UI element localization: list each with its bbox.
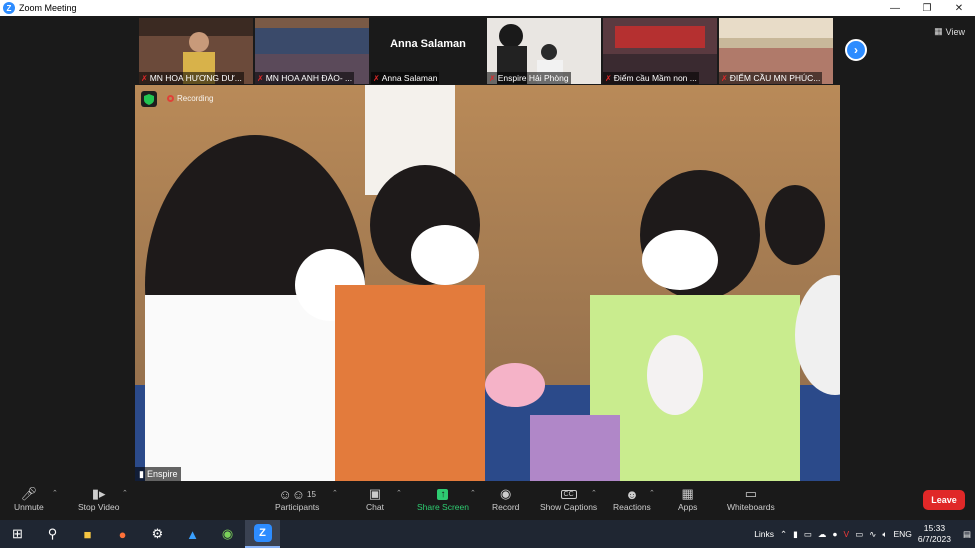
active-speaker-video: Recording ▮ Enspire: [135, 85, 840, 481]
search-icon[interactable]: ⚲: [35, 520, 70, 548]
participant-tile[interactable]: ✗ MN HOA HƯƠNG DƯ...: [139, 18, 253, 84]
unmute-button[interactable]: 🎤︎ Unmute: [14, 486, 44, 512]
vivaldi-icon[interactable]: V: [844, 529, 850, 539]
links-toolbar[interactable]: Links: [754, 529, 774, 539]
windows-taskbar: ⊞ ⚲ ■ ● ⚙ ▲ ◉ Z Links ⌃ ▮ ▭ ☁ ● V ▭ ∿ 🔈︎…: [0, 520, 975, 548]
firefox-icon[interactable]: ●: [105, 520, 140, 548]
clock[interactable]: 15:33 6/7/2023: [918, 523, 951, 545]
security-shield-icon[interactable]: [141, 91, 157, 107]
audio-options-caret[interactable]: ⌃: [52, 489, 58, 497]
reactions-options-caret[interactable]: ⌃: [649, 489, 655, 497]
title-bar: Z Zoom Meeting — ❐ ✕: [0, 0, 975, 16]
close-button[interactable]: ✕: [943, 0, 975, 16]
wifi-icon[interactable]: ∿: [869, 529, 876, 540]
show-captions-button[interactable]: CC Show Captions: [540, 486, 597, 512]
participant-name: ✗ Điểm cầu Mầm non ...: [603, 72, 699, 84]
cloud-icon[interactable]: ☁: [818, 529, 827, 540]
participant-name: ✗ Anna Salaman: [371, 72, 440, 84]
recording-dot-icon: [167, 95, 174, 102]
muted-mic-icon: 🎤︎: [20, 486, 38, 501]
stop-video-button[interactable]: ▮▸ Stop Video: [78, 486, 119, 512]
reactions-button[interactable]: ☻ Reactions: [613, 486, 651, 513]
participant-name: ✗ ĐIỂM CẦU MN PHÚC...: [719, 72, 823, 84]
meeting-toolbar: 🎤︎ Unmute ⌃ ▮▸ Stop Video ⌃ ☺☺ 15 Partici…: [0, 483, 975, 520]
share-screen-button[interactable]: ↑ Share Screen: [417, 486, 469, 512]
clock-date: 6/7/2023: [917, 534, 951, 544]
leave-button[interactable]: Leave: [923, 490, 965, 510]
muted-mic-icon: ✗: [721, 73, 728, 83]
participants-icon: ☺☺: [278, 486, 306, 502]
recording-indicator: Recording: [167, 94, 213, 103]
speaker-video-frame: [135, 85, 840, 481]
chevron-up-icon[interactable]: ⌃: [780, 529, 787, 540]
muted-mic-icon: ✗: [605, 73, 612, 83]
captions-cc-icon: CC: [560, 486, 577, 502]
muted-mic-icon: ✗: [373, 73, 380, 83]
participant-tile[interactable]: ✗ MN HOA ANH ĐÀO- ...: [255, 18, 369, 84]
monitor-icon[interactable]: ▭: [855, 529, 863, 540]
language-indicator[interactable]: ENG: [893, 529, 911, 539]
minimize-button[interactable]: —: [879, 0, 911, 16]
record-icon: ◉: [500, 486, 512, 501]
volume-icon[interactable]: 🔈︎: [882, 529, 887, 540]
system-tray: Links ⌃ ▮ ▭ ☁ ● V ▭ ∿ 🔈︎ ENG 15:33 6/7/2…: [754, 520, 975, 548]
share-options-caret[interactable]: ⌃: [470, 489, 476, 497]
battery-icon[interactable]: ▭: [804, 529, 812, 540]
app-tray-icon[interactable]: ●: [832, 529, 837, 539]
microphone-icon[interactable]: ▮: [793, 529, 798, 540]
zoom-logo-icon: Z: [3, 2, 15, 14]
video-options-caret[interactable]: ⌃: [122, 489, 128, 497]
chat-button[interactable]: ▣ Chat: [366, 486, 384, 512]
notifications-icon[interactable]: ▤: [963, 529, 971, 540]
next-page-button[interactable]: ›: [845, 39, 867, 61]
muted-mic-icon: ✗: [489, 73, 496, 83]
participant-tile[interactable]: ✗ ĐIỂM CẦU MN PHÚC...: [719, 18, 833, 84]
window-title: Zoom Meeting: [19, 3, 77, 13]
participants-button[interactable]: ☺☺ 15 Participants: [275, 486, 319, 513]
record-button[interactable]: ◉ Record: [492, 486, 519, 512]
participant-display-name: Anna Salaman: [390, 38, 466, 50]
clock-time: 15:33: [923, 523, 946, 533]
photos-app-icon[interactable]: ▲: [175, 520, 210, 548]
chat-options-caret[interactable]: ⌃: [396, 489, 402, 497]
participants-count: 15: [307, 489, 316, 499]
file-explorer-icon[interactable]: ■: [70, 520, 105, 548]
participant-name: ✗ MN HOA ANH ĐÀO- ...: [255, 72, 355, 84]
share-screen-icon: ↑: [437, 486, 449, 502]
start-windows-icon[interactable]: ⊞: [0, 520, 35, 548]
participant-tile[interactable]: ✗ Enspire Hải Phòng: [487, 18, 601, 84]
signal-bars-icon: ▮: [139, 468, 144, 479]
settings-gear-icon[interactable]: ⚙: [140, 520, 175, 548]
whiteboards-button[interactable]: ▭ Whiteboards: [727, 486, 775, 512]
muted-mic-icon: ✗: [257, 73, 264, 83]
zoom-taskbar-icon[interactable]: Z: [245, 520, 280, 548]
gallery-strip: ✗ MN HOA HƯƠNG DƯ... ✗ MN HOA ANH ĐÀO- ...…: [139, 18, 833, 84]
participant-name: ✗ MN HOA HƯƠNG DƯ...: [139, 72, 244, 84]
green-app-icon[interactable]: ◉: [210, 520, 245, 548]
speaker-name-label: ▮ Enspire: [135, 467, 182, 481]
participant-tile[interactable]: ✗ Điểm cầu Mầm non ...: [603, 18, 717, 84]
apps-grid-icon: ▦: [681, 486, 694, 501]
participant-tile[interactable]: Anna Salaman ✗ Anna Salaman: [371, 18, 485, 84]
participants-options-caret[interactable]: ⌃: [332, 489, 338, 497]
participant-name: ✗ Enspire Hải Phòng: [487, 72, 571, 84]
smiley-plus-icon: ☻: [625, 486, 639, 502]
view-grid-icon: ▦: [934, 26, 943, 36]
captions-options-caret[interactable]: ⌃: [591, 489, 597, 497]
muted-mic-icon: ✗: [141, 73, 148, 83]
chat-bubble-icon: ▣: [368, 486, 382, 501]
restore-button[interactable]: ❐: [911, 0, 943, 16]
meeting-stage: ✗ MN HOA HƯƠNG DƯ... ✗ MN HOA ANH ĐÀO- ...…: [0, 16, 975, 483]
view-button[interactable]: ▦ View: [934, 26, 965, 37]
video-camera-icon: ▮▸: [91, 486, 106, 501]
whiteboard-icon: ▭: [744, 486, 757, 501]
apps-button[interactable]: ▦ Apps: [678, 486, 697, 512]
